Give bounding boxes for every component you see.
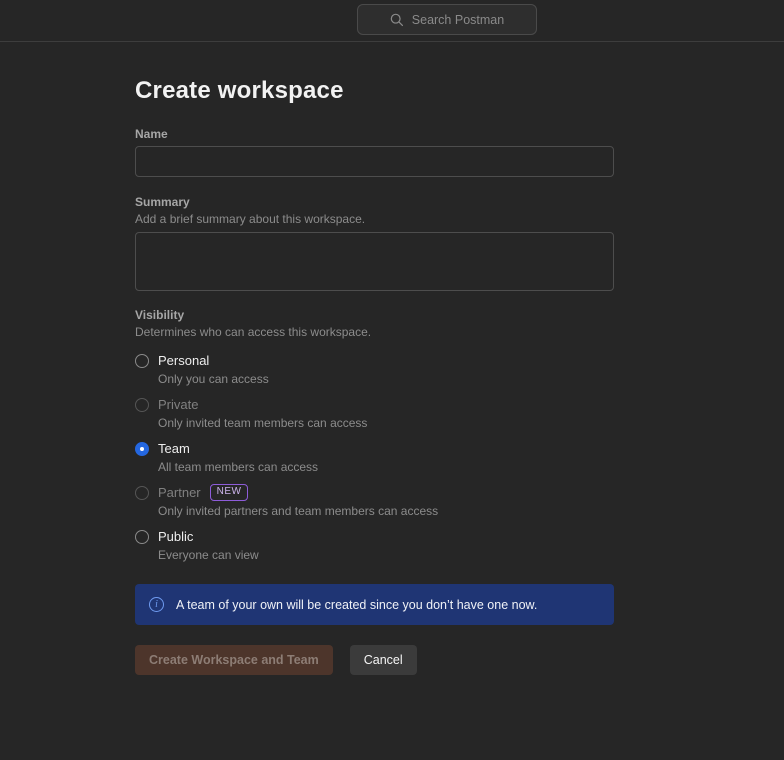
option-description: Only invited partners and team members c… bbox=[158, 504, 614, 519]
option-label: Public bbox=[158, 529, 193, 544]
search-placeholder: Search Postman bbox=[412, 13, 504, 27]
option-description: Only you can access bbox=[158, 372, 614, 387]
create-workspace-form: Create workspace Name Summary Add a brie… bbox=[0, 42, 614, 675]
radio-personal[interactable] bbox=[135, 354, 149, 368]
search-icon bbox=[390, 13, 404, 27]
option-label: Private bbox=[158, 397, 198, 412]
radio-partner[interactable] bbox=[135, 486, 149, 500]
search-input[interactable]: Search Postman bbox=[357, 4, 537, 35]
option-label: Team bbox=[158, 441, 190, 456]
info-icon: i bbox=[149, 597, 164, 612]
cancel-button[interactable]: Cancel bbox=[350, 645, 417, 675]
name-label: Name bbox=[135, 127, 614, 141]
page-title: Create workspace bbox=[135, 77, 614, 105]
visibility-option-personal[interactable]: Personal Only you can access bbox=[135, 352, 614, 387]
summary-description: Add a brief summary about this workspace… bbox=[135, 212, 614, 226]
visibility-option-private[interactable]: Private Only invited team members can ac… bbox=[135, 396, 614, 431]
option-description: Only invited team members can access bbox=[158, 416, 614, 431]
form-actions: Create Workspace and Team Cancel bbox=[135, 645, 614, 675]
visibility-description: Determines who can access this workspace… bbox=[135, 325, 614, 339]
name-field-group: Name bbox=[135, 127, 614, 177]
summary-field-group: Summary Add a brief summary about this w… bbox=[135, 195, 614, 291]
create-workspace-and-team-button[interactable]: Create Workspace and Team bbox=[135, 645, 333, 675]
visibility-label: Visibility bbox=[135, 308, 614, 322]
option-description: All team members can access bbox=[158, 460, 614, 475]
visibility-field-group: Visibility Determines who can access thi… bbox=[135, 308, 614, 563]
summary-textarea[interactable] bbox=[135, 232, 614, 291]
visibility-option-public[interactable]: Public Everyone can view bbox=[135, 528, 614, 563]
option-label: Partner bbox=[158, 485, 201, 500]
summary-label: Summary bbox=[135, 195, 614, 209]
team-creation-notice-banner: i A team of your own will be created sin… bbox=[135, 584, 614, 625]
visibility-option-partner[interactable]: Partner NEW Only invited partners and te… bbox=[135, 484, 614, 519]
visibility-option-team[interactable]: Team All team members can access bbox=[135, 440, 614, 475]
radio-private[interactable] bbox=[135, 398, 149, 412]
option-label: Personal bbox=[158, 353, 209, 368]
radio-team-selected[interactable] bbox=[135, 442, 149, 456]
radio-public[interactable] bbox=[135, 530, 149, 544]
top-bar: Search Postman bbox=[0, 0, 784, 42]
new-badge: NEW bbox=[210, 484, 249, 501]
notice-text: A team of your own will be created since… bbox=[176, 598, 537, 612]
option-description: Everyone can view bbox=[158, 548, 614, 563]
name-input[interactable] bbox=[135, 146, 614, 177]
